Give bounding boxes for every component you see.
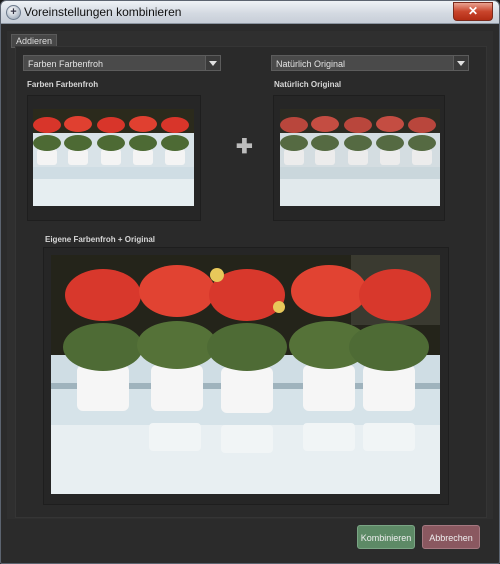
right-preview-label: Natürlich Original: [274, 80, 342, 89]
window-title: Voreinstellungen kombinieren: [24, 5, 182, 19]
close-button[interactable]: ✕: [453, 2, 493, 21]
dialog-window: + Voreinstellungen kombinieren ✕ Addiere…: [0, 0, 500, 564]
left-preset-value: Farben Farbenfroh: [28, 59, 104, 69]
right-preview-image: [280, 109, 440, 206]
combined-preview-label: Eigene Farbenfroh + Original: [45, 235, 156, 244]
cancel-button[interactable]: Abbrechen: [422, 525, 480, 549]
left-preview-label: Farben Farbenfroh: [27, 80, 99, 89]
right-preset-value: Natürlich Original: [276, 59, 346, 69]
chevron-down-icon[interactable]: [205, 56, 220, 70]
right-preset-dropdown[interactable]: Natürlich Original: [271, 55, 469, 71]
title-bar[interactable]: + Voreinstellungen kombinieren ✕: [1, 1, 499, 24]
chevron-down-icon[interactable]: [453, 56, 468, 70]
add-operator-icon: ✚: [236, 136, 253, 158]
plus-circle-icon: +: [6, 5, 21, 20]
combined-preview-image: [51, 255, 440, 494]
combine-button[interactable]: Kombinieren: [357, 525, 415, 549]
left-preview-image: [33, 109, 194, 206]
left-preset-dropdown[interactable]: Farben Farbenfroh: [23, 55, 221, 71]
